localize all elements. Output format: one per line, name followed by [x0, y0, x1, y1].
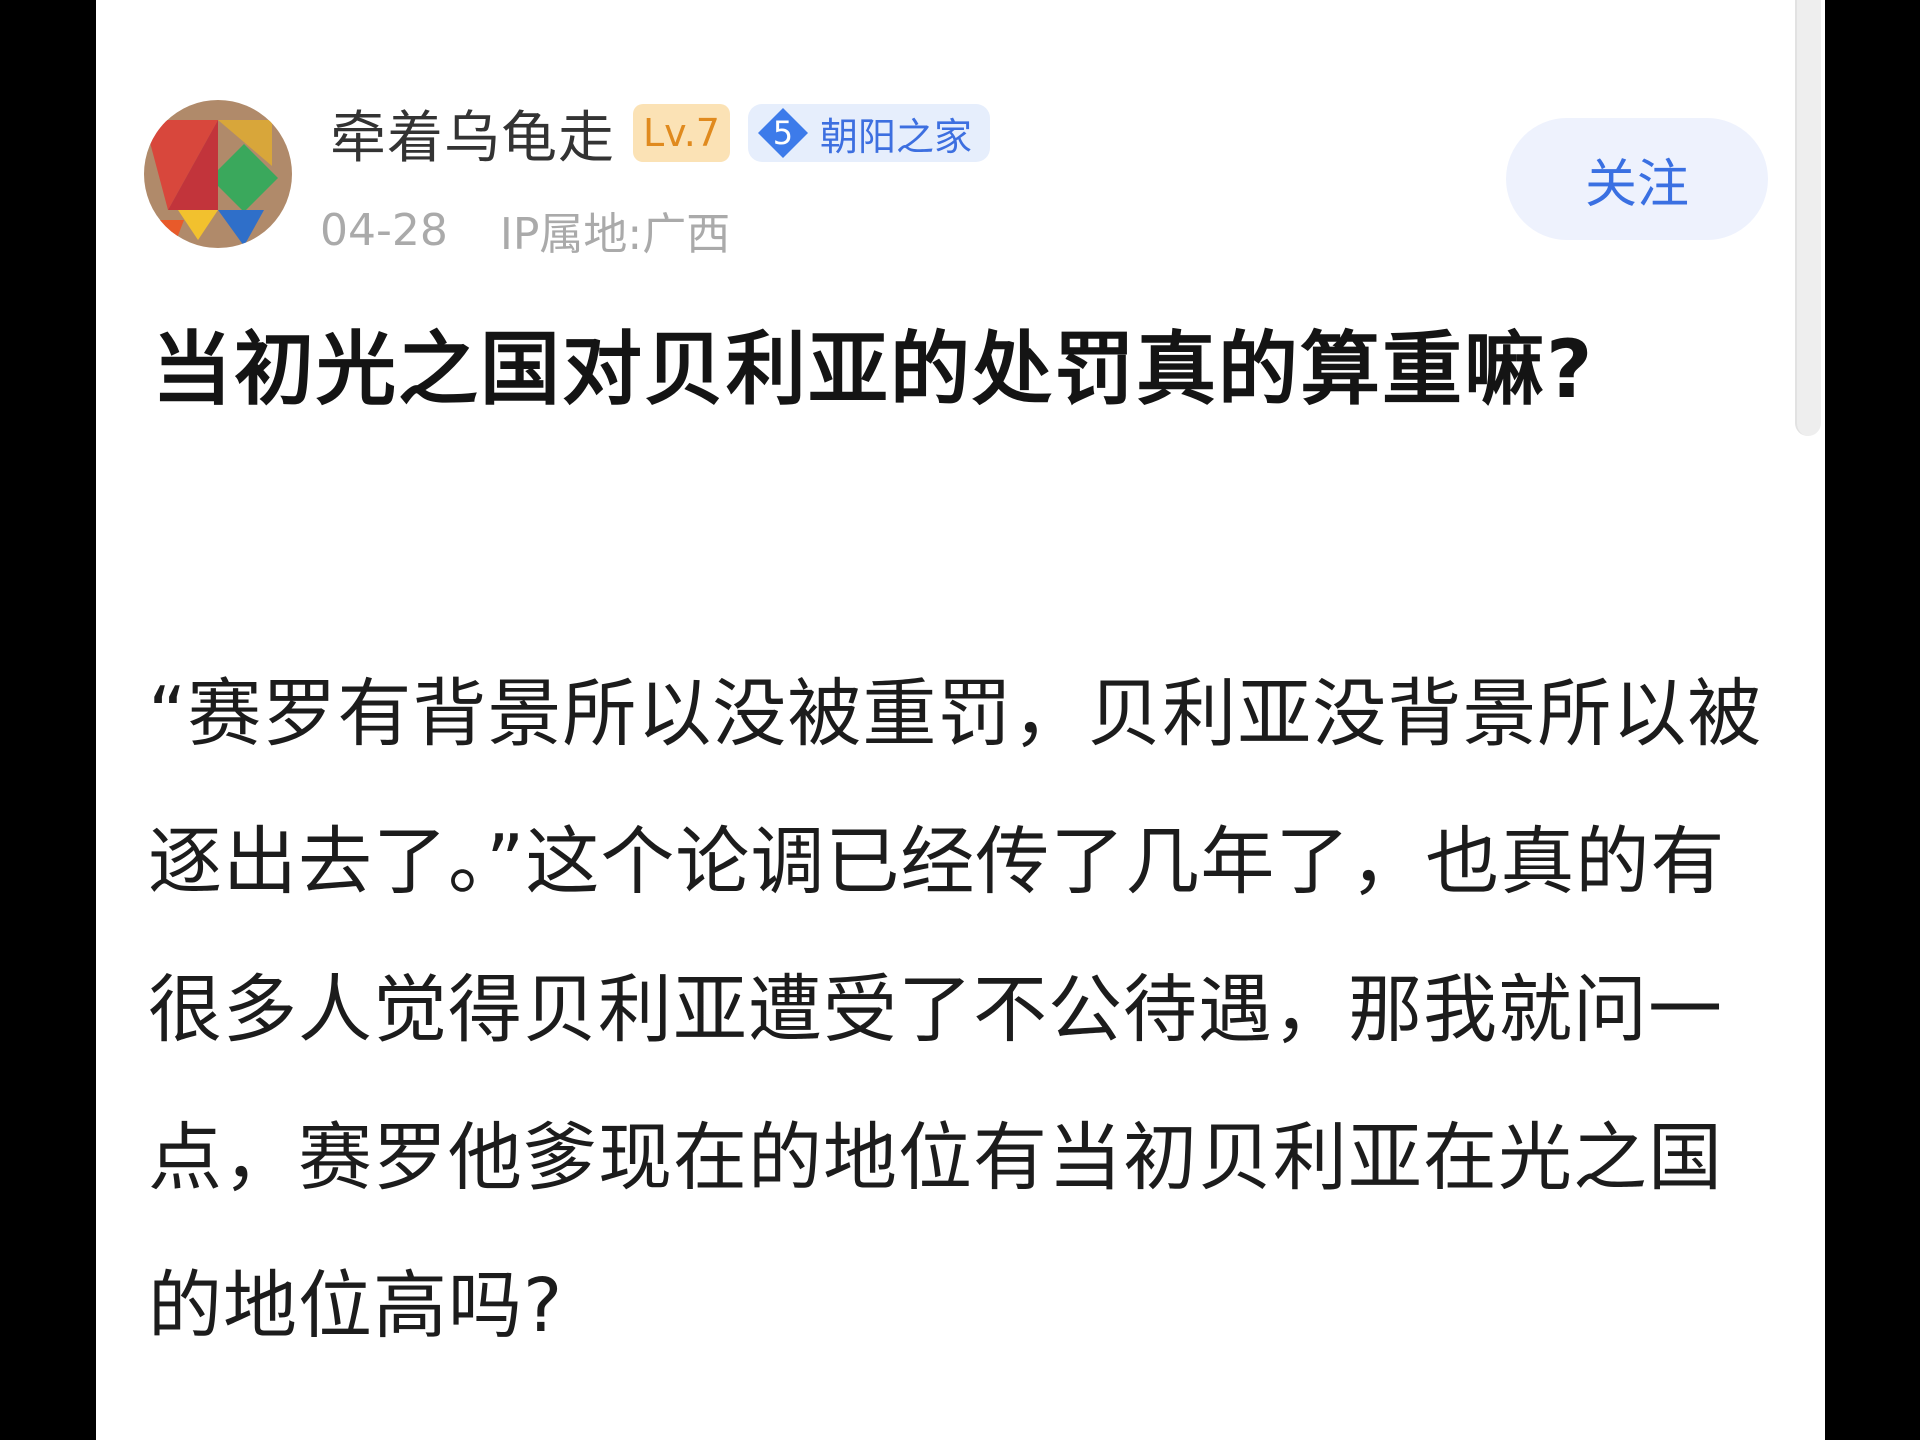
level-badge: Lv.7 [633, 104, 730, 162]
post-date: 04-28 [320, 204, 448, 256]
forum-badge[interactable]: 5 朝阳之家 [747, 104, 990, 162]
post-body: “赛罗有背景所以没被重罚，贝利亚没背景所以被逐出去了。”这个论调已经传了几年了，… [148, 671, 1763, 1349]
post-page: 牵着乌龟走 Lv.7 5 朝阳之家 04-28 IP属地:广西 关注 当初光之国… [96, 0, 1825, 1440]
ip-location: IP属地:广西 [499, 209, 731, 260]
author-name[interactable]: 牵着乌龟走 [330, 93, 615, 174]
author-avatar[interactable] [144, 100, 292, 248]
right-black-border [1825, 0, 1920, 1440]
follow-button[interactable]: 关注 [1506, 118, 1768, 240]
tangram-avatar-icon [144, 100, 292, 248]
forum-name: 朝阳之家 [819, 114, 972, 159]
left-black-border [0, 0, 96, 1440]
post-title: 当初光之国对贝利亚的处罚真的算重嘛? [152, 323, 1595, 416]
forum-level-icon: 5 [754, 104, 812, 162]
post-meta: 04-28 IP属地:广西 [320, 200, 731, 261]
author-row: 牵着乌龟走 Lv.7 5 朝阳之家 [330, 98, 990, 171]
forum-level-number: 5 [772, 114, 794, 152]
post-header: 牵着乌龟走 Lv.7 5 朝阳之家 04-28 IP属地:广西 关注 [96, 0, 1825, 260]
